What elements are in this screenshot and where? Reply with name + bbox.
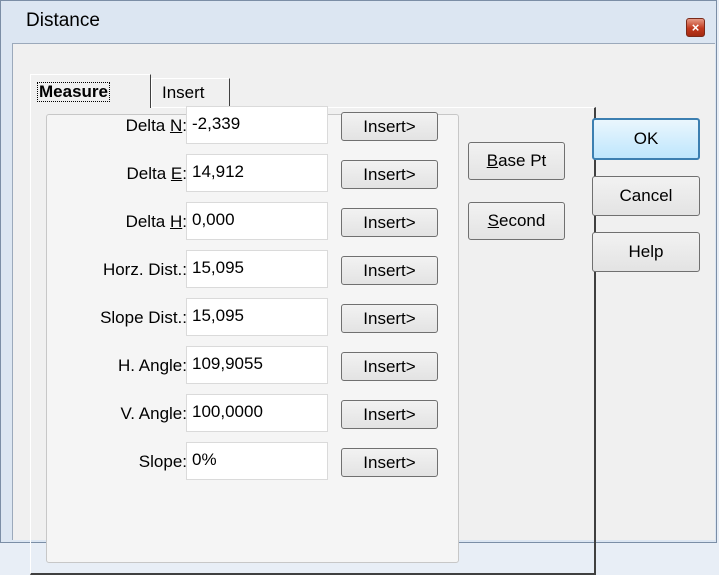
value-field[interactable]: 15,095 [186,298,328,336]
field-label-text: Delta [126,164,171,183]
value-text: -2,339 [192,114,241,133]
field-label-text: Delta [125,116,170,135]
field-label: Delta E: [127,164,188,184]
measurement-row: Slope: 0% Insert> [13,442,453,482]
field-label: V. Angle: [121,404,188,424]
value-field[interactable]: 15,095 [186,250,328,288]
field-label-text: Slope: [138,452,187,471]
value-text: 100,0000 [192,402,263,421]
close-icon: × [691,20,700,35]
measurement-row: Slope Dist.: 15,095 Insert> [13,298,453,338]
field-label-accel: N [169,116,183,135]
distance-dialog: Distance × Measure Insert Delta N: -2,339… [0,0,718,575]
measurement-row: Delta H: 0,000 Insert> [13,202,453,242]
close-button[interactable]: × [686,18,705,37]
field-label-text: Delta [125,212,170,231]
second-accel: S [487,211,499,230]
field-label-text: Slope Dist.: [100,308,187,327]
insert-button[interactable]: Insert> [341,208,438,237]
field-label-text: Horz. Dist.: [102,260,187,279]
field-label-text: V. Angle: [120,404,188,423]
ok-label: OK [633,129,659,148]
tab-insert-label: Insert [162,83,205,102]
value-text: 109,9055 [192,354,263,373]
insert-button[interactable]: Insert> [341,352,438,381]
value-text: 0,000 [192,210,235,229]
value-field[interactable]: 109,9055 [186,346,328,384]
field-label-accel: H [169,212,183,231]
insert-button[interactable]: Insert> [341,112,438,141]
base-pt-accel: B [486,151,499,170]
cancel-label: Cancel [619,186,673,205]
field-label: Slope Dist.: [100,308,187,328]
value-text: 0% [192,450,217,469]
field-label-accel: E [170,164,183,183]
field-label: H. Angle: [118,356,187,376]
field-label-text: H. Angle: [118,356,187,375]
title-bar[interactable]: Distance × [1,1,718,43]
tab-measure[interactable]: Measure [30,74,151,108]
field-label: Delta H: [126,212,187,232]
measurement-row: Delta N: -2,339 Insert> [13,106,453,146]
cancel-button[interactable]: Cancel [592,176,700,216]
value-field[interactable]: 100,0000 [186,394,328,432]
value-text: 15,095 [192,306,244,325]
base-pt-button[interactable]: Base Pt [468,142,565,180]
value-text: 15,095 [192,258,244,277]
measurement-row: Horz. Dist.: 15,095 Insert> [13,250,453,290]
base-pt-label: ase Pt [498,151,547,170]
field-label: Horz. Dist.: [103,260,187,280]
insert-button[interactable]: Insert> [341,160,438,189]
field-label: Slope: [139,452,187,472]
dialog-client-area: Measure Insert Delta N: -2,339 Insert> Delt… [12,43,715,575]
tab-insert[interactable]: Insert [151,78,230,108]
measurement-row: V. Angle: 100,0000 Insert> [13,394,453,434]
field-label: Delta N: [126,116,187,136]
value-text: 14,912 [192,162,244,181]
ok-button[interactable]: OK [592,118,700,160]
window-title: Distance [26,10,100,31]
insert-button[interactable]: Insert> [341,400,438,429]
tab-measure-label: Measure [37,82,110,102]
insert-button[interactable]: Insert> [341,256,438,285]
insert-button[interactable]: Insert> [341,448,438,477]
help-label: Help [628,242,664,261]
value-field[interactable]: 0,000 [186,202,328,240]
help-button[interactable]: Help [592,232,700,272]
value-field[interactable]: 0% [186,442,328,480]
insert-button[interactable]: Insert> [341,304,438,333]
second-label: econd [499,211,546,230]
value-field[interactable]: -2,339 [186,106,328,144]
measurement-row: H. Angle: 109,9055 Insert> [13,346,453,386]
second-button[interactable]: Second [468,202,565,240]
value-field[interactable]: 14,912 [186,154,328,192]
measurement-row: Delta E: 14,912 Insert> [13,154,453,194]
